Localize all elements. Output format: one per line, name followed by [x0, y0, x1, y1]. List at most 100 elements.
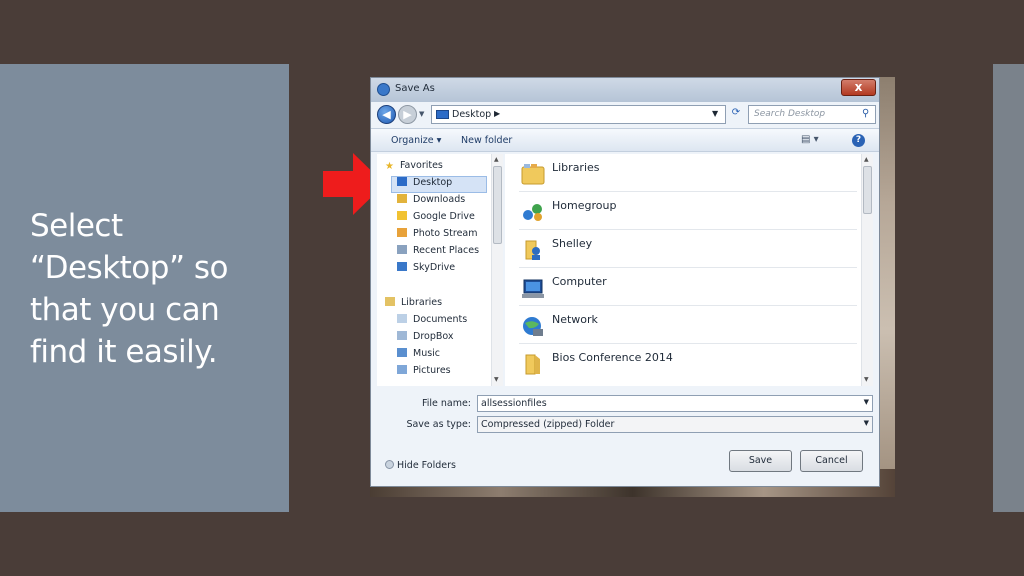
file-list: Libraries Homegroup Shelley Computer Net…: [505, 154, 873, 386]
history-dropdown-icon[interactable]: ▼: [419, 110, 427, 118]
address-location[interactable]: Desktop: [452, 109, 491, 120]
google-drive-icon: [397, 211, 407, 220]
collapse-icon: [385, 460, 394, 469]
pictures-icon: [397, 365, 407, 374]
command-toolbar: Organize ▾ New folder ▤ ▾ ?: [371, 128, 879, 152]
scroll-down-icon[interactable]: ▼: [864, 376, 869, 383]
file-list-scrollbar[interactable]: ▲ ▼: [861, 154, 873, 386]
dialog-title: Save As: [395, 83, 435, 94]
file-name-field[interactable]: allsessionfiles ▼: [477, 395, 873, 412]
save-as-dialog: Save As x ◀ ▶ ▼ Desktop ▶ ▼ ⟳ Search Des…: [370, 77, 880, 487]
chevron-down-icon[interactable]: ▼: [712, 109, 718, 118]
nav-label: Libraries: [401, 297, 443, 308]
dialog-titlebar: Save As x: [371, 78, 879, 102]
address-bar[interactable]: Desktop ▶ ▼: [431, 105, 726, 124]
file-name-label: File name:: [421, 398, 471, 409]
caption-line: find it easily.: [30, 334, 218, 370]
right-panel: [993, 64, 1024, 512]
nav-label: Photo Stream: [413, 228, 478, 239]
sidebar-item-downloads[interactable]: Downloads: [397, 194, 465, 211]
nav-label: Recent Places: [413, 245, 480, 256]
address-row: ◀ ▶ ▼ Desktop ▶ ▼ ⟳ Search Desktop ⚲: [371, 102, 879, 126]
dropbox-icon: [397, 331, 407, 340]
list-item[interactable]: Homegroup: [519, 192, 857, 230]
refresh-icon[interactable]: ⟳: [728, 107, 744, 123]
nav-label: Music: [413, 348, 441, 359]
nav-label: DropBox: [413, 331, 454, 342]
sidebar-item-google-drive[interactable]: Google Drive: [397, 211, 475, 228]
skydrive-icon: [397, 262, 407, 271]
nav-label: Desktop: [413, 177, 453, 188]
item-label: Shelley: [552, 237, 593, 250]
file-name-value[interactable]: allsessionfiles: [481, 398, 547, 409]
list-item[interactable]: Shelley: [519, 230, 857, 268]
sidebar-item-music[interactable]: Music: [397, 348, 440, 365]
sidebar-item-skydrive[interactable]: SkyDrive: [397, 262, 455, 279]
list-item[interactable]: Network: [519, 306, 857, 344]
new-folder-button[interactable]: New folder: [461, 135, 512, 146]
list-item[interactable]: Computer: [519, 268, 857, 306]
caption-line: that you can: [30, 292, 220, 328]
chevron-down-icon[interactable]: ▼: [864, 419, 869, 427]
save-button[interactable]: Save: [729, 450, 792, 472]
nav-label: Downloads: [413, 194, 466, 205]
save-type-label: Save as type:: [406, 419, 471, 430]
save-type-value[interactable]: Compressed (zipped) Folder: [481, 419, 614, 430]
search-input[interactable]: Search Desktop ⚲: [748, 105, 876, 124]
item-label: Computer: [552, 275, 607, 288]
nav-label: Favorites: [399, 160, 443, 171]
recent-places-icon: [397, 245, 407, 254]
organize-button[interactable]: Organize ▾: [391, 135, 441, 146]
desktop-icon: [397, 177, 407, 186]
nav-label: Google Drive: [413, 211, 475, 222]
close-button[interactable]: x: [841, 79, 876, 96]
scroll-down-icon[interactable]: ▼: [494, 376, 499, 383]
forward-button[interactable]: ▶: [398, 105, 417, 124]
nav-scroll-thumb[interactable]: [493, 166, 502, 244]
scroll-up-icon[interactable]: ▲: [494, 156, 499, 163]
nav-scrollbar[interactable]: ▲ ▼: [491, 154, 503, 386]
breadcrumb-chevron-icon[interactable]: ▶: [494, 109, 500, 118]
save-type-select[interactable]: Compressed (zipped) Folder ▼: [477, 416, 873, 433]
view-options-icon[interactable]: ▤ ▾: [801, 134, 819, 145]
navigation-pane: ★ Favorites Desktop Downloads Google Driv…: [377, 154, 503, 386]
list-item[interactable]: Bios Conference 2014: [519, 344, 857, 382]
file-list-scroll-thumb[interactable]: [863, 166, 872, 214]
nav-label: Documents: [413, 314, 468, 325]
sidebar-item-desktop[interactable]: Desktop: [397, 177, 452, 194]
nav-label: Pictures: [413, 365, 451, 376]
item-label: Libraries: [552, 161, 600, 174]
music-icon: [397, 348, 407, 357]
back-button[interactable]: ◀: [377, 105, 396, 124]
nav-favorites-header[interactable]: ★ Favorites: [385, 160, 443, 177]
caption-line: Select: [30, 208, 123, 244]
slide-caption: Select “Desktop” so that you can find it…: [30, 205, 270, 373]
list-item[interactable]: Libraries: [519, 154, 857, 192]
item-label: Homegroup: [552, 199, 617, 212]
item-label: Bios Conference 2014: [552, 351, 673, 364]
cancel-button[interactable]: Cancel: [800, 450, 863, 472]
documents-icon: [397, 314, 407, 323]
downloads-folder-icon: [397, 194, 407, 203]
sidebar-item-recent-places[interactable]: Recent Places: [397, 245, 479, 262]
search-placeholder: Search Desktop: [754, 109, 826, 119]
sidebar-item-dropbox[interactable]: DropBox: [397, 331, 454, 348]
scroll-up-icon[interactable]: ▲: [864, 156, 869, 163]
caption-line: “Desktop” so: [30, 250, 228, 286]
chevron-down-icon[interactable]: ▼: [864, 398, 869, 406]
dialog-footer: Hide Folders Save Cancel: [371, 440, 879, 486]
help-icon[interactable]: ?: [852, 134, 865, 147]
nav-libraries-header[interactable]: Libraries: [385, 297, 442, 314]
homegroup-icon: [523, 204, 542, 221]
save-fields: File name: allsessionfiles ▼ Save as typ…: [371, 388, 879, 438]
network-icon: [523, 317, 543, 336]
sidebar-item-pictures[interactable]: Pictures: [397, 365, 451, 382]
search-icon[interactable]: ⚲: [862, 108, 869, 119]
screenshot-frame: Save As x ◀ ▶ ▼ Desktop ▶ ▼ ⟳ Search Des…: [370, 77, 895, 497]
sidebar-item-documents[interactable]: Documents: [397, 314, 467, 331]
photo-stream-icon: [397, 228, 407, 237]
star-icon: ★: [385, 161, 394, 172]
ie-logo-icon: [377, 83, 390, 96]
hide-folders-button[interactable]: Hide Folders: [385, 460, 456, 471]
sidebar-item-photo-stream[interactable]: Photo Stream: [397, 228, 478, 245]
